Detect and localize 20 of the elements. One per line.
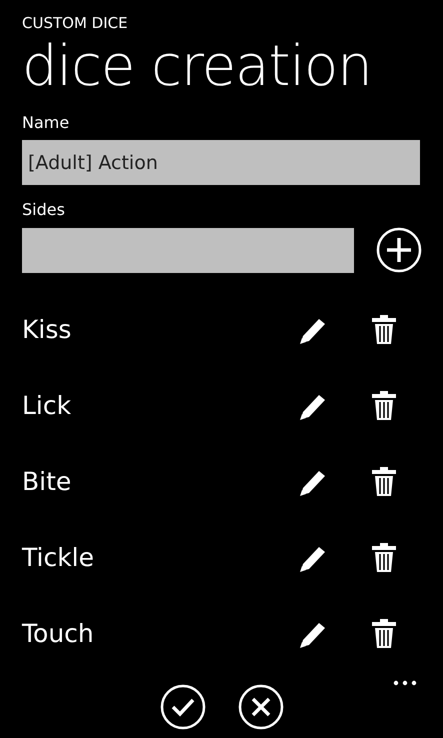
close-icon[interactable] — [238, 684, 284, 730]
add-icon[interactable] — [376, 227, 422, 273]
sides-field[interactable] — [22, 228, 354, 272]
check-icon[interactable] — [160, 684, 206, 730]
app-title: CUSTOM DICE — [22, 13, 129, 34]
side-item[interactable]: Tickle — [22, 542, 297, 572]
trash-icon[interactable] — [369, 617, 399, 649]
trash-icon[interactable] — [369, 313, 399, 345]
side-item[interactable]: Touch — [22, 618, 297, 648]
trash-icon[interactable] — [369, 389, 399, 421]
page-title: dice creation — [22, 34, 373, 100]
side-item[interactable]: Bite — [22, 466, 297, 496]
field-label: Sides — [22, 199, 66, 221]
field-label: Name — [22, 112, 70, 134]
more-icon[interactable] — [393, 680, 417, 686]
trash-icon[interactable] — [369, 465, 399, 497]
side-item[interactable]: Lick — [22, 390, 297, 420]
side-item[interactable]: Kiss — [22, 314, 297, 344]
trash-icon[interactable] — [369, 541, 399, 573]
name-field[interactable]: [Adult] Action — [22, 140, 420, 185]
